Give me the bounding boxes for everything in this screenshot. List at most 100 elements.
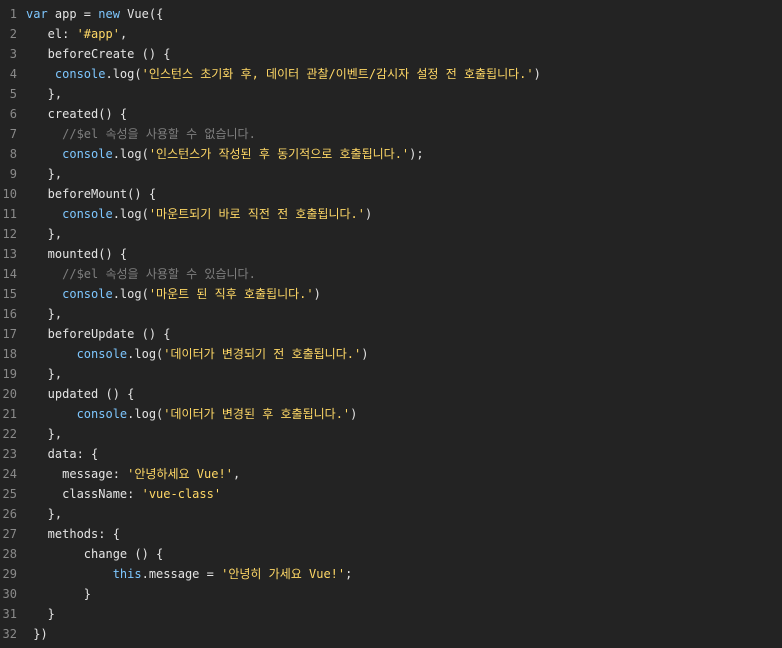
code-text: ) (365, 207, 373, 221)
line-number: 22 (2, 427, 17, 441)
line-code: mounted() { (17, 244, 127, 264)
line-number: 20 (2, 387, 17, 401)
code-line[interactable]: 27 methods: { (0, 524, 782, 544)
line-code: var app = new Vue({ (17, 4, 163, 24)
code-text: }, (26, 307, 63, 321)
line-number: 11 (2, 207, 17, 221)
code-text: } (26, 607, 55, 621)
line-code: className: 'vue-class' (17, 484, 221, 504)
code-editor[interactable]: 1 var app = new Vue({2 el: '#app', 3 befor… (0, 0, 782, 648)
line-number: 31 (2, 607, 17, 621)
line-number: 21 (2, 407, 17, 421)
code-text: ; (345, 567, 353, 581)
code-line[interactable]: 15 console.log('마운트 된 직후 호출됩니다.') (0, 284, 782, 304)
code-line[interactable]: 3 beforeCreate () { (0, 44, 782, 64)
code-text: .log( (127, 347, 164, 361)
code-line[interactable]: 23 data: { (0, 444, 782, 464)
code-line[interactable]: 30 } (0, 584, 782, 604)
code-text: className: (26, 487, 142, 501)
code-line[interactable]: 18 console.log('데이터가 변경되기 전 호출됩니다.') (0, 344, 782, 364)
code-line[interactable]: 11 console.log('마운트되기 바로 직전 전 호출됩니다.') (0, 204, 782, 224)
code-line[interactable]: 26 }, (0, 504, 782, 524)
code-line[interactable]: 16 }, (0, 304, 782, 324)
code-line[interactable]: 20 updated () { (0, 384, 782, 404)
line-code: }, (17, 84, 62, 104)
code-line[interactable]: 8 console.log('인스턴스가 작성된 후 동기적으로 호출됩니다.'… (0, 144, 782, 164)
code-comment: //$el 속성을 사용할 수 있습니다. (62, 267, 256, 281)
code-text: ) (361, 347, 369, 361)
line-number: 6 (9, 107, 17, 121)
code-keyword: console (76, 407, 128, 421)
code-line[interactable]: 5 }, (0, 84, 782, 104)
code-line[interactable]: 14 //$el 속성을 사용할 수 있습니다. (0, 264, 782, 284)
code-text: .log( (112, 207, 149, 221)
code-text: .log( (127, 407, 164, 421)
line-number: 29 (2, 567, 17, 581)
code-line[interactable]: 28 change () { (0, 544, 782, 564)
line-code: }, (17, 304, 62, 324)
line-code: beforeCreate () { (17, 44, 171, 64)
code-line[interactable]: 9 }, (0, 164, 782, 184)
line-code: }, (17, 364, 62, 384)
code-text: }, (26, 427, 63, 441)
line-number: 5 (9, 87, 17, 101)
code-line[interactable]: 32 }) (0, 624, 782, 644)
code-text: .log( (112, 287, 149, 301)
line-number: 26 (2, 507, 17, 521)
code-line[interactable]: 25 className: 'vue-class' (0, 484, 782, 504)
code-text: } (26, 587, 92, 601)
line-code: created() { (17, 104, 127, 124)
line-code: //$el 속성을 사용할 수 있습니다. (17, 264, 256, 284)
line-code: beforeMount() { (17, 184, 156, 204)
code-text: message: (26, 467, 128, 481)
code-line[interactable]: 17 beforeUpdate () { (0, 324, 782, 344)
code-line[interactable]: 21 console.log('데이터가 변경된 후 호출됩니다.') (0, 404, 782, 424)
code-line[interactable]: 10 beforeMount() { (0, 184, 782, 204)
code-text: ) (313, 287, 321, 301)
code-text: .message = (141, 567, 222, 581)
line-code: console.log('마운트 된 직후 호출됩니다.') (17, 284, 321, 304)
code-line[interactable]: 19 }, (0, 364, 782, 384)
line-code: el: '#app', (17, 24, 128, 44)
code-text: el: (26, 27, 77, 41)
line-code: //$el 속성을 사용할 수 없습니다. (17, 124, 256, 144)
code-line[interactable]: 7 //$el 속성을 사용할 수 없습니다. (0, 124, 782, 144)
code-line[interactable]: 1 var app = new Vue({ (0, 4, 782, 24)
code-keyword: console (54, 67, 106, 81)
code-line[interactable]: 24 message: '안녕하세요 Vue!', (0, 464, 782, 484)
code-keyword: console (76, 347, 128, 361)
code-keyword: console (62, 287, 113, 301)
code-text: ); (409, 147, 424, 161)
code-line[interactable]: 22 }, (0, 424, 782, 444)
code-line[interactable]: 13 mounted() { (0, 244, 782, 264)
code-line[interactable]: 6 created() { (0, 104, 782, 124)
line-code: console.log('데이터가 변경되기 전 호출됩니다.') (17, 344, 369, 364)
line-code: data: { (17, 444, 99, 464)
line-number: 3 (9, 47, 17, 61)
line-number: 14 (2, 267, 17, 281)
code-text: }, (26, 367, 63, 381)
code-text: }) (26, 627, 48, 641)
code-line[interactable]: 31 } (0, 604, 782, 624)
code-string: '인스턴스 초기화 후, 데이터 관찰/이벤트/감시자 설정 전 호출됩니다.' (141, 67, 534, 81)
code-line[interactable]: 29 this.message = '안녕히 가세요 Vue!'; (0, 564, 782, 584)
code-text: .log( (112, 147, 149, 161)
code-text: app = (47, 7, 99, 21)
code-text: }, (26, 227, 63, 241)
code-keyword: this (112, 567, 142, 581)
code-comment: //$el 속성을 사용할 수 없습니다. (62, 127, 256, 141)
line-code: console.log('데이터가 변경된 후 호출됩니다.') (17, 404, 358, 424)
code-line[interactable]: 2 el: '#app', (0, 24, 782, 44)
code-string: '데이터가 변경되기 전 호출됩니다.' (163, 347, 362, 361)
code-text: }, (26, 167, 63, 181)
code-text: , (119, 27, 128, 41)
code-text: created() { (26, 107, 128, 121)
line-number: 10 (2, 187, 17, 201)
line-number: 23 (2, 447, 17, 461)
code-line[interactable]: 12 }, (0, 224, 782, 244)
code-line[interactable]: 4 console.log('인스턴스 초기화 후, 데이터 관찰/이벤트/감시… (0, 64, 782, 84)
